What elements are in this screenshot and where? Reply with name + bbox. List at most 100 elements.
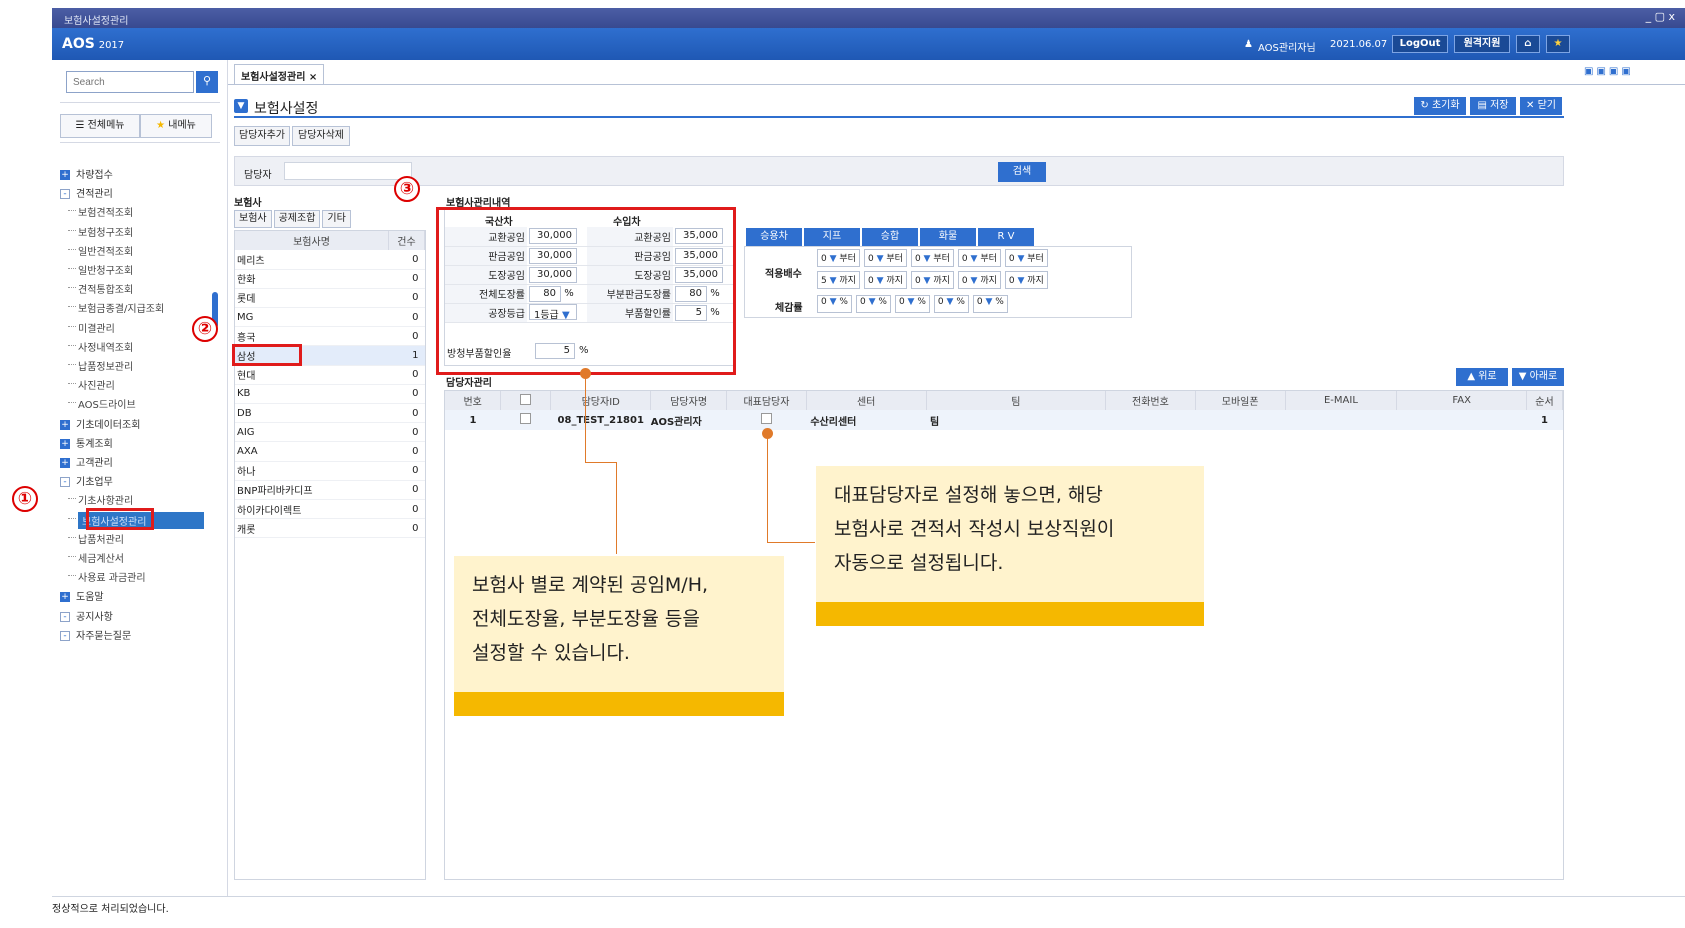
insurer-row[interactable]: 하이카다이렉트 0: [235, 499, 425, 520]
collapse-icon[interactable]: -: [60, 630, 70, 641]
column-header: 센터: [806, 391, 927, 410]
tab-all-menu[interactable]: ☰ 전체메뉴: [60, 114, 140, 138]
expand-icon[interactable]: +: [60, 419, 70, 430]
sidebar-item[interactable]: 일반견적조회: [67, 243, 133, 258]
sidebar-item[interactable]: - 기초업무: [60, 473, 113, 488]
insurer-row[interactable]: KB 0: [235, 384, 425, 405]
vehicle-tab[interactable]: 승합: [862, 228, 918, 246]
add-manager-button[interactable]: 담당자추가: [234, 126, 290, 146]
expand-icon[interactable]: +: [60, 592, 70, 603]
collapse-icon[interactable]: -: [60, 189, 70, 200]
reset-button[interactable]: ↻ 초기화: [1414, 97, 1466, 115]
move-down-button[interactable]: ▼ 아래로: [1512, 368, 1564, 386]
close-button[interactable]: ✕ 닫기: [1520, 97, 1562, 115]
sidebar-item[interactable]: 기초사항관리: [67, 492, 133, 507]
sidebar-item[interactable]: 세금계산서: [68, 550, 124, 565]
insurer-tab[interactable]: 보험사: [234, 210, 272, 228]
multiplier-select[interactable]: 0 ▼ %: [894, 295, 930, 313]
move-up-button[interactable]: ▲ 위로: [1456, 368, 1508, 386]
multiplier-select[interactable]: 0 ▼ 부터: [957, 249, 1001, 267]
sidebar-item-label: 일반청구조회: [78, 266, 134, 277]
tab-insurance-settings[interactable]: 보험사설정관리 ×: [234, 64, 325, 84]
select-all-checkbox[interactable]: [500, 391, 552, 410]
sidebar-item[interactable]: 일반청구조회: [67, 262, 134, 277]
chevron-down-icon: ▼: [829, 276, 837, 286]
sidebar-item[interactable]: 납품처관리: [68, 531, 124, 546]
sidebar-item[interactable]: 사진관리: [68, 377, 115, 392]
multiplier-select[interactable]: 5 ▼ 까지: [817, 271, 860, 289]
manager-search-input[interactable]: [284, 162, 412, 180]
star-icon[interactable]: ★: [1546, 35, 1570, 53]
sidebar-item[interactable]: AOS드라이브: [68, 396, 136, 411]
insurer-row[interactable]: 한화 0: [235, 269, 425, 289]
page-title: 보험사설정: [254, 101, 319, 117]
sidebar-item[interactable]: + 도움말: [60, 588, 104, 603]
sidebar-item[interactable]: 보험견적조회: [67, 204, 133, 219]
insurer-row[interactable]: 캐롯 0: [235, 518, 425, 539]
sidebar-item[interactable]: 사정내역조회: [67, 339, 133, 354]
multiplier-select[interactable]: 0 ▼ 부터: [817, 249, 860, 267]
insurer-row[interactable]: AXA 0: [235, 441, 425, 462]
sidebar-item[interactable]: + 통계조회: [60, 435, 113, 450]
insurer-row[interactable]: AIG 0: [235, 422, 425, 443]
multiplier-select[interactable]: 0 ▼ 부터: [863, 249, 907, 267]
multiplier-select[interactable]: 0 ▼ 까지: [957, 271, 1001, 289]
multiplier-select[interactable]: 0 ▼ 까지: [863, 271, 907, 289]
insurer-row[interactable]: 롯데 0: [235, 288, 425, 309]
insurer-row[interactable]: BNP파리바카디프 0: [235, 480, 425, 500]
insurer-row[interactable]: 메리츠 0: [235, 250, 425, 270]
sidebar-item[interactable]: + 기초데이터조회: [60, 416, 140, 431]
multiplier-select[interactable]: 0 ▼ 부터: [1004, 249, 1048, 267]
sidebar-item[interactable]: 견적통합조회: [67, 281, 133, 296]
expand-icon[interactable]: +: [60, 170, 70, 180]
expand-icon[interactable]: +: [60, 438, 70, 449]
insurer-row[interactable]: MG 0: [235, 307, 425, 328]
multiplier-select[interactable]: 0 ▼ 까지: [1004, 271, 1048, 289]
multiplier-select[interactable]: 0 ▼ 부터: [910, 249, 954, 267]
primary-manager-checkbox[interactable]: [727, 410, 807, 430]
search-input[interactable]: [66, 71, 194, 93]
multiplier-select[interactable]: 0 ▼ %: [972, 295, 1008, 313]
vehicle-tab[interactable]: R V: [978, 228, 1034, 246]
delete-manager-button[interactable]: 담당자삭제: [292, 126, 350, 146]
sidebar-item[interactable]: 납품정보관리: [67, 358, 133, 373]
sidebar-item[interactable]: - 공지사항: [60, 608, 113, 623]
sidebar-item[interactable]: 미결관리: [68, 320, 115, 335]
chevron-down-icon: ▼: [970, 254, 978, 264]
sidebar-item[interactable]: 보험청구조회: [67, 224, 133, 239]
save-button[interactable]: ▤ 저장: [1470, 97, 1516, 115]
sidebar-item[interactable]: + 차량접수: [60, 166, 113, 181]
logout-button[interactable]: LogOut: [1392, 35, 1448, 53]
vehicle-tab[interactable]: 승용차: [746, 228, 802, 246]
home-icon[interactable]: ⌂: [1516, 35, 1540, 53]
step-2-badge: ②: [192, 316, 218, 342]
window-controls[interactable]: _ ▢ x: [1646, 10, 1675, 23]
sidebar-item[interactable]: - 자주묻는질문: [60, 627, 131, 642]
insurer-row[interactable]: DB 0: [235, 403, 425, 424]
insurer-row[interactable]: 하나 0: [235, 461, 425, 481]
table-row[interactable]: 1 08_TEST_21801 AOS관리자 수산리센터 팀 1: [445, 410, 1563, 430]
expand-icon[interactable]: +: [60, 458, 70, 468]
chevron-down-icon: ▼: [829, 254, 837, 264]
row-checkbox[interactable]: [501, 410, 551, 430]
sidebar-item[interactable]: 보험금종결/지급조회: [67, 300, 164, 315]
remote-support-button[interactable]: 원격지원: [1454, 35, 1510, 53]
tab-my-menu[interactable]: ★ 내메뉴: [140, 114, 212, 138]
sidebar-item[interactable]: 사용료 과금관리: [68, 569, 146, 584]
search-button[interactable]: 검색: [998, 162, 1046, 182]
insurer-row[interactable]: 현대 0: [235, 365, 425, 385]
sidebar-item[interactable]: - 견적관리: [60, 185, 113, 200]
multiplier-select[interactable]: 0 ▼ 까지: [910, 271, 954, 289]
vehicle-tab[interactable]: 화물: [920, 228, 976, 246]
insurer-tab[interactable]: 공제조합: [273, 210, 321, 228]
sidebar-item[interactable]: + 고객관리: [60, 454, 113, 469]
multiplier-select[interactable]: 0 ▼ %: [817, 295, 852, 313]
collapse-icon[interactable]: -: [60, 611, 70, 622]
vehicle-tab[interactable]: 지프: [804, 228, 860, 246]
multiplier-select[interactable]: 0 ▼ %: [855, 295, 891, 313]
search-icon[interactable]: ⚲: [196, 71, 218, 93]
view-icons[interactable]: ▣▣▣▣: [1584, 66, 1634, 77]
collapse-icon[interactable]: -: [60, 477, 70, 488]
insurer-tab[interactable]: 기타: [322, 210, 351, 228]
multiplier-select[interactable]: 0 ▼ %: [933, 295, 969, 313]
